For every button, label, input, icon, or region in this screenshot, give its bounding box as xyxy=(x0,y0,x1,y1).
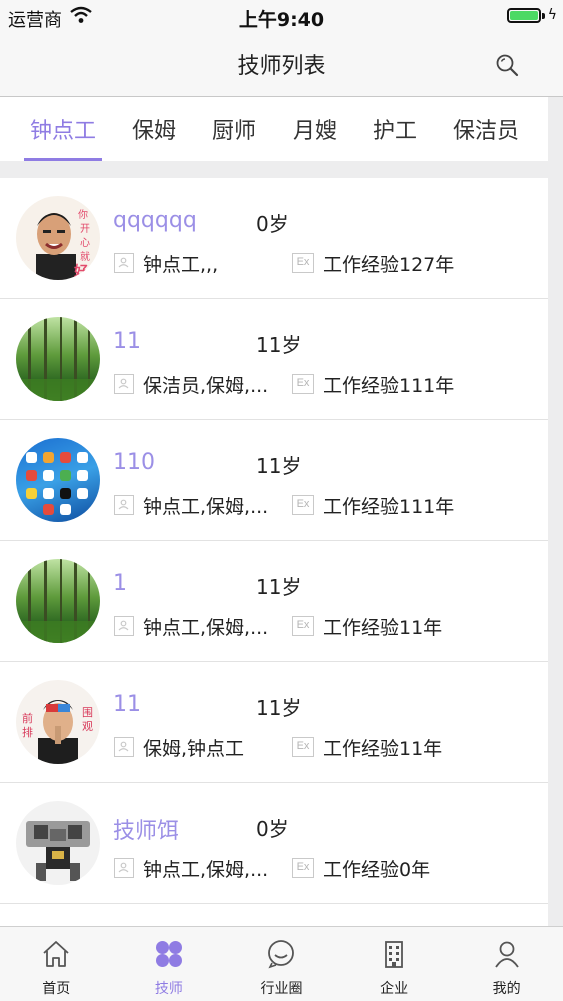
tab-mine[interactable]: 我的 xyxy=(450,927,563,1001)
technician-experience: 工作经验111年 xyxy=(323,496,455,518)
tab-company[interactable]: 企业 xyxy=(338,927,451,1001)
technician-categories: 钟点工,,, xyxy=(143,254,219,276)
technician-experience: 工作经验111年 xyxy=(323,375,455,397)
technician-row[interactable]: 110 11岁 钟点工,保姆,... Ex 工作经验111年 xyxy=(0,420,548,541)
forest-avatar xyxy=(16,559,100,643)
navigation-bar: 技师列表 xyxy=(0,34,563,97)
technician-experience: 工作经验11年 xyxy=(323,617,443,639)
person-id-icon xyxy=(114,495,134,515)
section-divider xyxy=(0,161,563,178)
technician-row[interactable]: 前 排 围 观 11 11岁 保姆,钟点工 Ex 工作经验11年 xyxy=(0,662,548,783)
bottom-tab-bar: 首页 技师 行业圈 企业 我的 xyxy=(0,926,563,1001)
tab-label: 我的 xyxy=(492,981,521,997)
svg-text:前: 前 xyxy=(22,711,33,725)
tab-label: 行业圈 xyxy=(260,981,303,997)
tab-label: 厨师 xyxy=(212,119,257,144)
tab-label: 保洁员 xyxy=(453,119,520,144)
building-icon xyxy=(385,941,403,968)
svg-text:观: 观 xyxy=(82,720,93,733)
tab-label: 护工 xyxy=(373,119,418,144)
person-id-icon xyxy=(114,737,134,757)
tab-hourly-worker[interactable]: 钟点工 xyxy=(24,97,102,161)
technician-age: 0岁 xyxy=(256,212,289,236)
experience-icon: Ex xyxy=(292,737,314,757)
person-id-icon xyxy=(114,253,134,273)
technician-row[interactable]: 1 11岁 钟点工,保姆,... Ex 工作经验11年 xyxy=(0,541,548,662)
tab-chef[interactable]: 厨师 xyxy=(212,97,256,161)
technician-age: 11岁 xyxy=(256,696,302,720)
technician-age: 0岁 xyxy=(256,817,289,841)
svg-text:开: 开 xyxy=(80,224,90,235)
battery-tip xyxy=(542,13,545,19)
svg-text:好: 好 xyxy=(73,263,88,280)
clock: 上午9:40 xyxy=(238,9,325,31)
svg-text:就: 就 xyxy=(80,250,90,263)
technician-name: 技师饵 xyxy=(113,819,180,844)
tab-technicians[interactable]: 技师 xyxy=(113,927,226,1001)
experience-icon: Ex xyxy=(292,495,314,515)
technician-name: qqqqqq xyxy=(113,208,197,233)
technician-experience: 工作经验11年 xyxy=(323,738,443,760)
cartoon-boy-avatar: 前 排 围 观 xyxy=(16,680,100,764)
technician-categories: 保洁员,保姆,... xyxy=(143,375,269,397)
person-id-icon xyxy=(114,858,134,878)
technician-age: 11岁 xyxy=(256,575,302,599)
experience-icon: Ex xyxy=(292,616,314,636)
svg-text:心: 心 xyxy=(80,237,90,249)
technician-list: 你 开 心 就 好 qqqqqq 0岁 钟点工,,, Ex 工作经验127年 1… xyxy=(0,178,548,926)
technician-experience: 工作经验127年 xyxy=(323,254,455,276)
person-icon xyxy=(494,941,519,968)
technician-name: 110 xyxy=(113,450,155,475)
technician-name: 1 xyxy=(113,571,127,596)
svg-text:围: 围 xyxy=(82,706,93,719)
svg-text:你: 你 xyxy=(78,208,88,221)
tab-label: 首页 xyxy=(42,981,71,997)
category-tabs: 钟点工 保姆 厨师 月嫂 护工 保洁员 xyxy=(0,97,548,161)
forest-avatar xyxy=(16,317,100,401)
tab-label: 技师 xyxy=(154,981,183,997)
home-icon xyxy=(43,941,69,967)
cartoon-man-avatar: 你 开 心 就 好 xyxy=(16,196,100,280)
tab-industry-circle[interactable]: 行业圈 xyxy=(225,927,338,1001)
technician-row[interactable]: 你 开 心 就 好 qqqqqq 0岁 钟点工,,, Ex 工作经验127年 xyxy=(0,178,548,299)
technician-age: 11岁 xyxy=(256,454,302,478)
technician-categories: 钟点工,保姆,... xyxy=(143,496,269,518)
tab-cleaner[interactable]: 保洁员 xyxy=(453,97,519,161)
tab-label: 月嫂 xyxy=(293,119,338,144)
robot-avatar xyxy=(16,801,100,885)
tab-nanny[interactable]: 保姆 xyxy=(132,97,176,161)
technician-age: 11岁 xyxy=(256,333,302,357)
technician-row[interactable]: 技师饵 0岁 钟点工,保姆,... Ex 工作经验0年 xyxy=(0,783,548,904)
app-screen-avatar xyxy=(16,438,100,522)
experience-icon: Ex xyxy=(292,858,314,878)
scroll-gutter xyxy=(548,97,563,927)
tab-maternity-nurse[interactable]: 月嫂 xyxy=(293,97,337,161)
technician-row[interactable]: 11 11岁 保洁员,保姆,... Ex 工作经验111年 xyxy=(0,299,548,420)
chat-icon xyxy=(268,940,295,969)
technician-categories: 钟点工,保姆,... xyxy=(143,617,269,639)
tab-home[interactable]: 首页 xyxy=(0,927,113,1001)
status-bar: 运营商 上午9:40 ϟ xyxy=(0,0,563,34)
search-icon[interactable] xyxy=(494,52,520,78)
person-id-icon xyxy=(114,616,134,636)
grid-icon xyxy=(155,941,182,967)
technician-categories: 保姆,钟点工 xyxy=(143,738,245,760)
tab-label: 钟点工 xyxy=(29,119,96,144)
technician-name: 11 xyxy=(113,692,141,717)
charging-icon: ϟ xyxy=(547,7,557,23)
tab-label: 保姆 xyxy=(132,119,177,144)
tab-label: 企业 xyxy=(380,981,409,997)
person-id-icon xyxy=(114,374,134,394)
technician-experience: 工作经验0年 xyxy=(323,859,431,881)
technician-name: 11 xyxy=(113,329,141,354)
technician-categories: 钟点工,保姆,... xyxy=(143,859,269,881)
battery-icon xyxy=(507,8,541,23)
page-title: 技师列表 xyxy=(237,54,326,79)
tab-caregiver[interactable]: 护工 xyxy=(373,97,417,161)
experience-icon: Ex xyxy=(292,253,314,273)
experience-icon: Ex xyxy=(292,374,314,394)
svg-text:排: 排 xyxy=(22,725,33,739)
technician-row-partial[interactable] xyxy=(0,904,548,926)
